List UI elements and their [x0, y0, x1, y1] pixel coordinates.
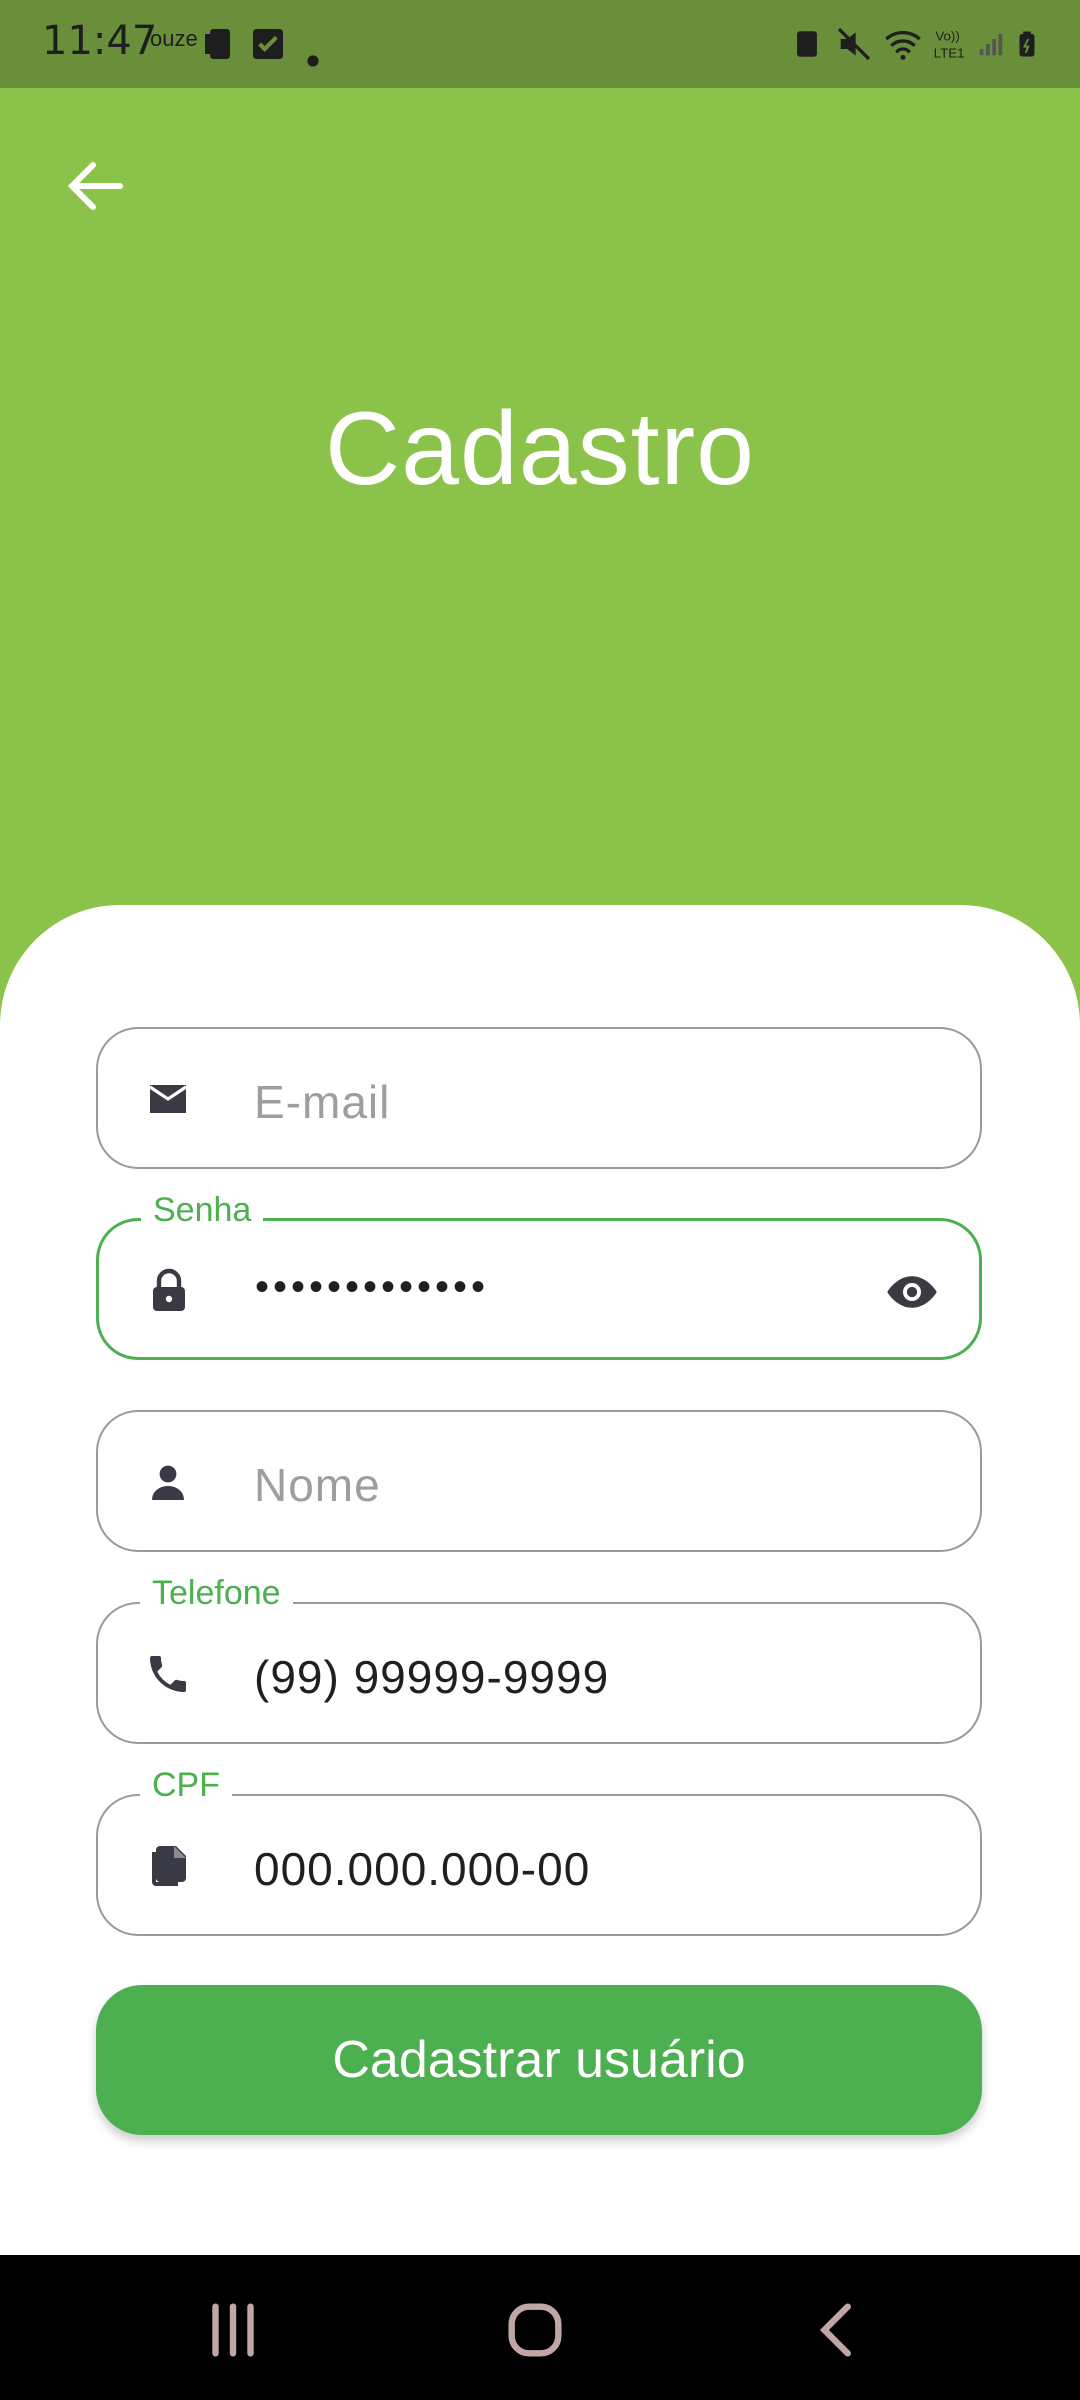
svg-text:LTE1: LTE1	[934, 45, 965, 60]
page-title: Cadastro	[325, 391, 755, 507]
document-icon	[152, 1846, 186, 1886]
navigation-bar	[0, 2255, 1080, 2400]
device-icon	[205, 29, 230, 59]
status-bar: 11:47 ouze Vo)) LTE1	[0, 0, 1080, 88]
email-placeholder: E-mail	[254, 1076, 391, 1128]
svg-text:Vo)): Vo))	[935, 29, 959, 44]
status-carrier: ouze	[150, 26, 198, 51]
signal-icon	[979, 34, 1003, 56]
cpf-label: CPF	[140, 1766, 232, 1805]
name-field[interactable]: Nome	[96, 1410, 982, 1552]
phone-label: Telefone	[140, 1574, 293, 1613]
password-label: Senha	[141, 1191, 264, 1230]
person-icon	[152, 1465, 184, 1500]
wifi-icon	[885, 31, 921, 60]
battery-icon	[1019, 31, 1035, 57]
name-placeholder: Nome	[254, 1459, 381, 1511]
phone-field[interactable]: Telefone (99) 99999-9999	[96, 1574, 982, 1744]
phone-value: (99) 99999-9999	[254, 1651, 610, 1703]
status-time: 11:47	[42, 18, 158, 64]
home-icon[interactable]	[500, 2295, 570, 2365]
recents-icon[interactable]	[198, 2295, 268, 2365]
volte-icon: Vo)) LTE1	[934, 29, 965, 61]
back-icon[interactable]	[804, 2295, 874, 2365]
email-field[interactable]: E-mail	[96, 1027, 982, 1169]
cpf-value: 000.000.000-00	[254, 1843, 591, 1895]
eye-icon[interactable]	[885, 1265, 939, 1319]
mail-icon	[149, 1085, 187, 1113]
password-value: •••••••••••••	[255, 1265, 490, 1309]
battery-saver-icon	[797, 31, 817, 57]
cpf-field[interactable]: CPF 000.000.000-00	[96, 1766, 982, 1936]
password-field[interactable]: Senha •••••••••••••	[96, 1191, 982, 1360]
back-arrow-icon[interactable]	[60, 150, 132, 222]
register-button[interactable]: Cadastrar usuário	[96, 1985, 982, 2135]
checkbox-icon	[253, 29, 283, 59]
lock-icon	[153, 1268, 185, 1311]
dot-icon	[307, 55, 319, 67]
mute-icon	[837, 27, 871, 61]
phone-icon	[150, 1656, 186, 1692]
